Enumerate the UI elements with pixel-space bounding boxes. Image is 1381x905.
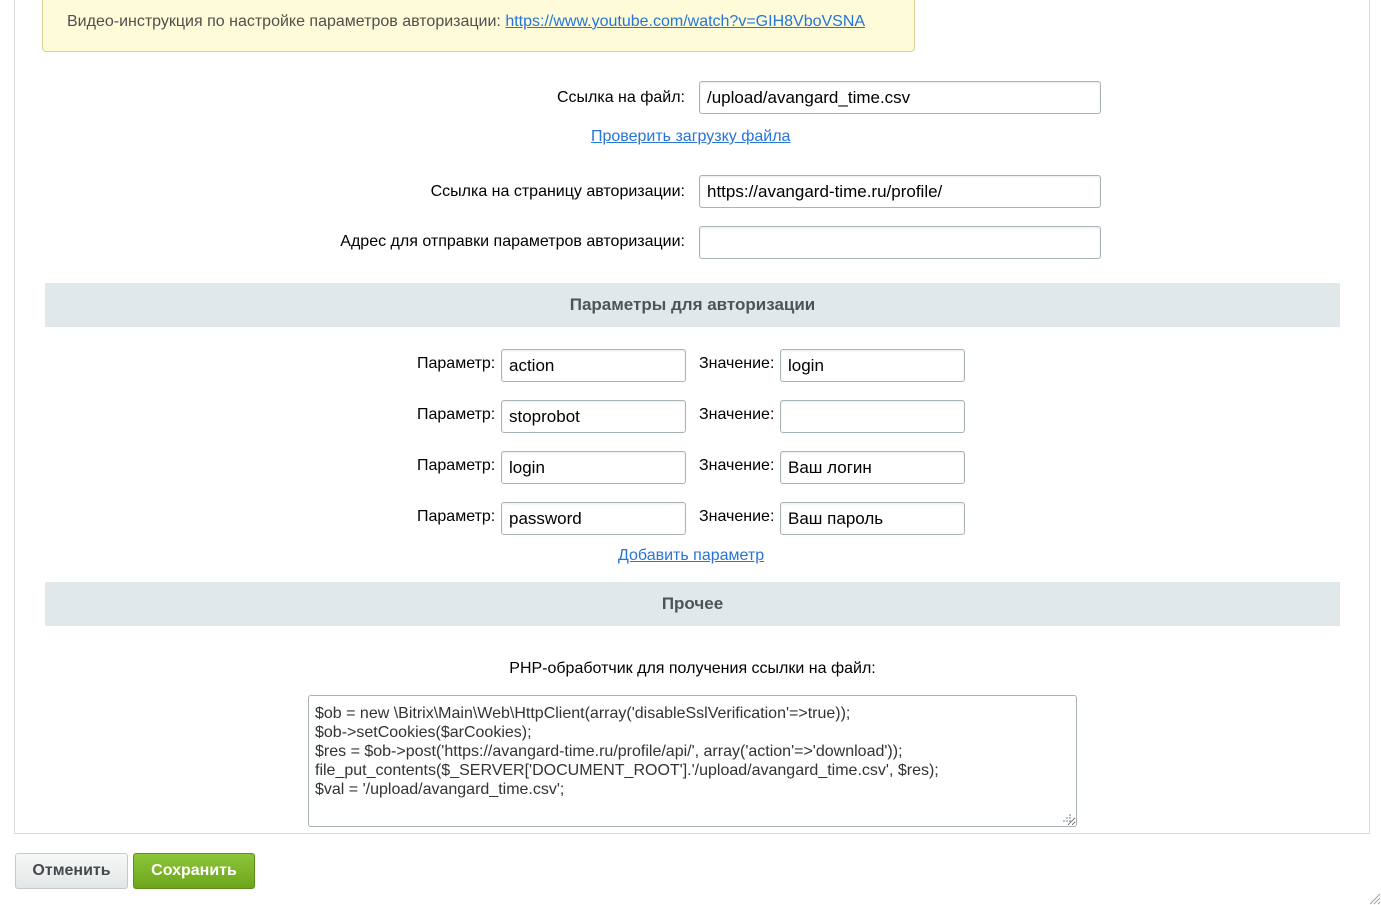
file-link-input[interactable] [699,81,1101,114]
video-instruction-notice: Видео-инструкция по настройке параметров… [42,0,915,52]
window-resize-grip-icon[interactable] [1367,891,1381,905]
resize-handle-icon[interactable] [1062,813,1072,823]
param-value-input[interactable] [780,451,965,484]
param-name-input[interactable] [501,349,686,382]
value-label: Значение: [699,355,775,372]
cancel-button[interactable]: Отменить [15,853,128,889]
auth-params-section-header: Параметры для авторизации [45,283,1340,327]
save-button[interactable]: Сохранить [133,853,255,889]
notice-text: Видео-инструкция по настройке параметров… [67,13,506,30]
video-instruction-link[interactable]: https://www.youtube.com/watch?v=GIH8VboV… [505,13,865,30]
param-label: Параметр: [417,406,496,423]
add-parameter-link[interactable]: Добавить параметр [618,547,764,565]
param-value-input[interactable] [780,400,965,433]
file-link-label: Ссылка на файл: [556,89,685,106]
param-name-input[interactable] [501,400,686,433]
param-name-input[interactable] [501,451,686,484]
value-label: Значение: [699,457,775,474]
other-section-header: Прочее [45,582,1340,626]
param-value-input[interactable] [780,349,965,382]
auth-page-input[interactable] [699,175,1101,208]
auth-page-label: Ссылка на страницу авторизации: [430,183,685,200]
auth-post-input[interactable] [699,226,1101,259]
php-handler-textarea[interactable]: $ob = new \Bitrix\Main\Web\HttpClient(ar… [308,695,1077,827]
value-label: Значение: [699,508,775,525]
param-label: Параметр: [417,355,496,372]
value-label: Значение: [699,406,775,423]
php-handler-label: PHP-обработчик для получения ссылки на ф… [509,660,876,677]
check-file-upload-link[interactable]: Проверить загрузку файла [591,128,790,146]
param-label: Параметр: [417,457,496,474]
param-value-input[interactable] [780,502,965,535]
param-label: Параметр: [417,508,496,525]
auth-post-label: Адрес для отправки параметров авторизаци… [340,233,685,250]
param-name-input[interactable] [501,502,686,535]
